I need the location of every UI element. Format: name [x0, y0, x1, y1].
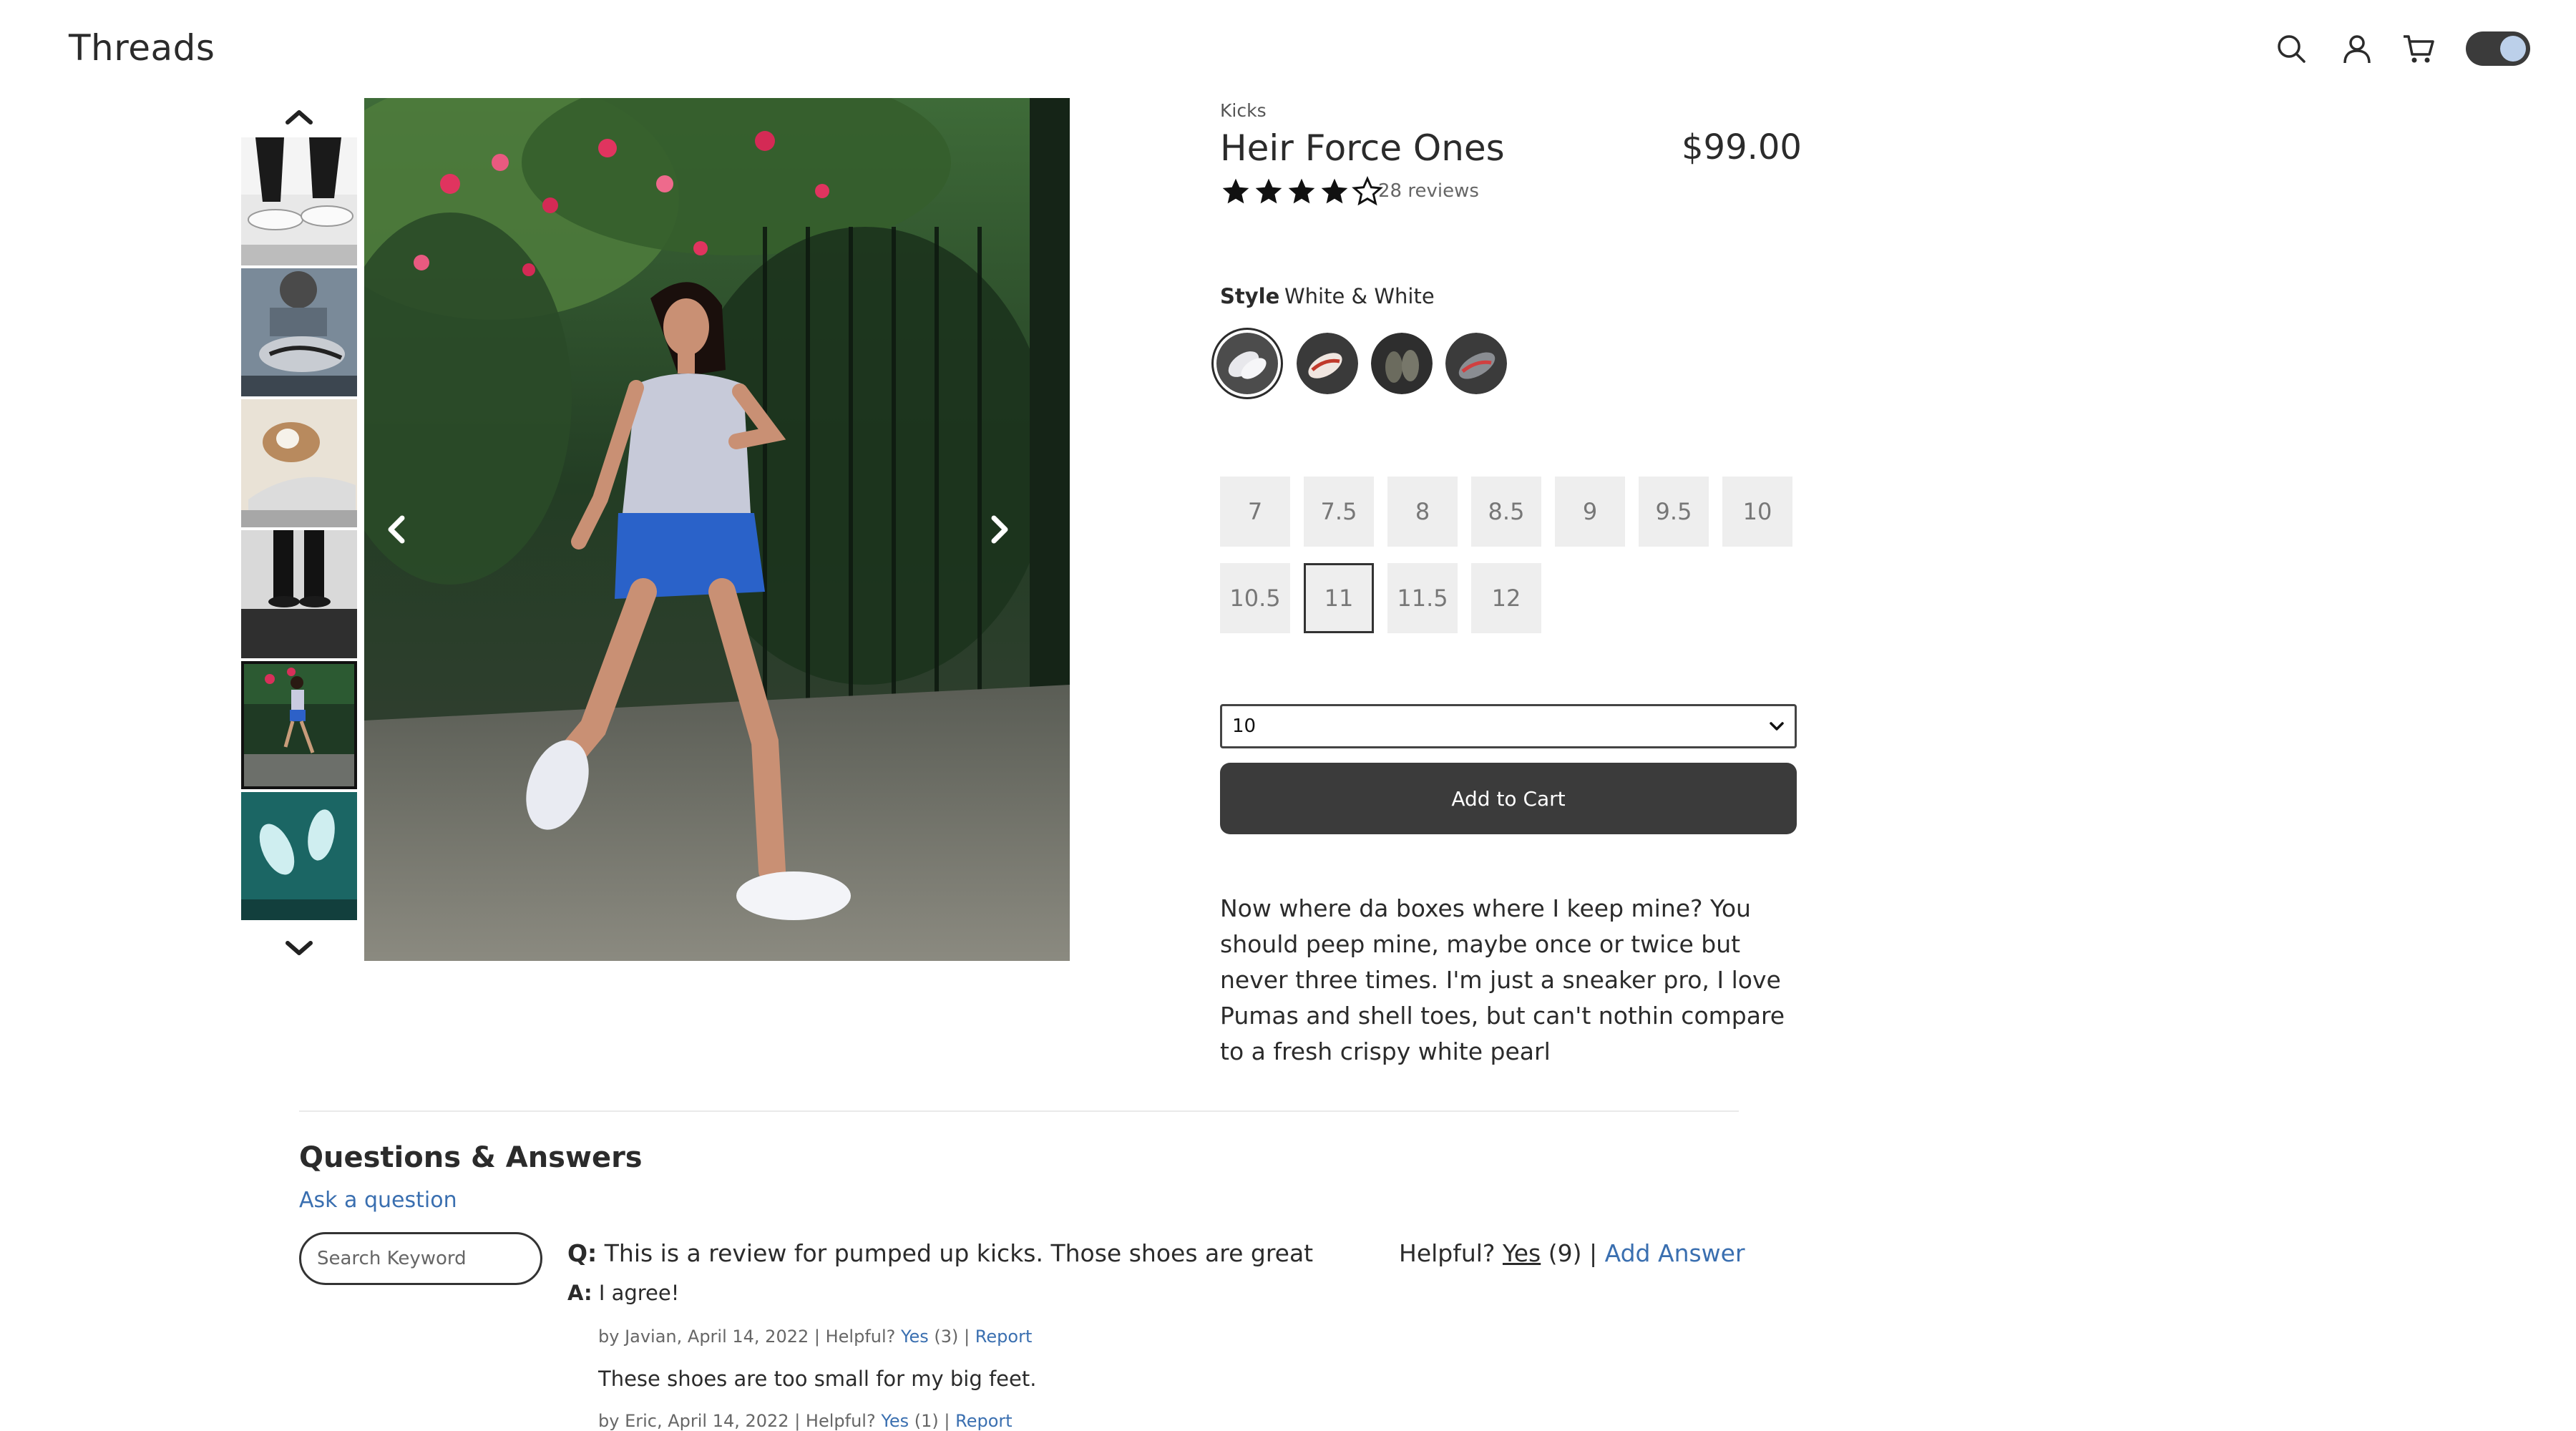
- style-value: White & White: [1284, 284, 1435, 308]
- answer-report-link[interactable]: Report: [975, 1327, 1033, 1347]
- image-next-button[interactable]: [978, 508, 1021, 551]
- style-swatch-2[interactable]: [1297, 333, 1358, 394]
- size-option-9[interactable]: 9: [1555, 477, 1625, 547]
- size-option-7[interactable]: 7: [1220, 477, 1290, 547]
- star-filled-icon: [1288, 178, 1315, 204]
- answer-separator: |: [964, 1327, 970, 1347]
- product-price: $99.00: [1682, 127, 1802, 167]
- brand-logo[interactable]: Threads: [69, 27, 215, 69]
- product-category: Kicks: [1220, 100, 1267, 121]
- add-to-cart-button[interactable]: Add to Cart: [1220, 763, 1797, 834]
- toggle-knob: [2500, 36, 2526, 62]
- product-description: Now where da boxes where I keep mine? Yo…: [1220, 894, 1785, 1065]
- chevron-down-icon: [1770, 722, 1784, 731]
- question-prefix: Q:: [567, 1239, 597, 1267]
- answer-prefix: A:: [567, 1281, 592, 1305]
- cart-icon[interactable]: [2401, 31, 2436, 66]
- answer-2-text: These shoes are too small for my big fee…: [598, 1367, 1037, 1391]
- style-swatch-3[interactable]: [1371, 333, 1433, 394]
- image-prev-button[interactable]: [375, 508, 418, 551]
- chevron-left-icon: [388, 515, 405, 544]
- helpful-separator: |: [1589, 1239, 1598, 1267]
- thumbnail-6[interactable]: [241, 792, 357, 920]
- size-option-8[interactable]: 8: [1387, 477, 1458, 547]
- qa-title: Questions & Answers: [299, 1141, 643, 1174]
- thumbnail-list: [241, 137, 357, 923]
- thumbnail-2[interactable]: [241, 268, 357, 396]
- answer-separator: |: [944, 1411, 950, 1431]
- answer-2-meta: by Eric, April 14, 2022 | Helpful? Yes (…: [598, 1411, 1036, 1431]
- helpful-yes-link[interactable]: Yes: [1503, 1239, 1541, 1267]
- size-option-8-5[interactable]: 8.5: [1471, 477, 1541, 547]
- thumbnail-5-selected[interactable]: [241, 661, 357, 789]
- answer-helpful-count: (3): [934, 1327, 959, 1347]
- main-product-image[interactable]: [364, 98, 1070, 961]
- answer-report-link[interactable]: Report: [955, 1411, 1013, 1431]
- theme-toggle[interactable]: [2466, 31, 2530, 66]
- thumbnails-up-button[interactable]: [281, 102, 317, 131]
- size-option-11-5[interactable]: 11.5: [1387, 563, 1458, 633]
- chevron-up-icon: [286, 110, 313, 124]
- search-icon[interactable]: [2274, 31, 2308, 66]
- star-filled-icon: [1222, 178, 1249, 204]
- question-helpful: Helpful? Yes (9) | Add Answer: [1399, 1239, 1745, 1267]
- answer-text: I agree!: [598, 1281, 680, 1305]
- answer-helpful-count: (1): [914, 1411, 939, 1431]
- size-option-10-5[interactable]: 10.5: [1220, 563, 1290, 633]
- qa-question: Q: This is a review for pumped up kicks.…: [567, 1239, 1313, 1267]
- answer-1: A: I agree!: [567, 1281, 1036, 1305]
- user-icon[interactable]: [2340, 31, 2374, 66]
- size-option-7-5[interactable]: 7.5: [1304, 477, 1374, 547]
- star-filled-icon: [1255, 178, 1282, 204]
- style-swatch-4[interactable]: [1445, 333, 1507, 394]
- answer-meta-text: by Javian, April 14, 2022 | Helpful?: [598, 1327, 896, 1347]
- chevron-down-icon: [286, 941, 313, 955]
- size-option-12[interactable]: 12: [1471, 563, 1541, 633]
- size-option-11-selected[interactable]: 11: [1304, 563, 1374, 633]
- answer-helpful-yes-link[interactable]: Yes: [881, 1411, 909, 1431]
- answer-helpful-yes-link[interactable]: Yes: [901, 1327, 929, 1347]
- thumbnail-3[interactable]: [241, 399, 357, 527]
- quantity-value: 10: [1232, 716, 1257, 737]
- reviews-count[interactable]: 28 reviews: [1378, 180, 1479, 202]
- qa-search-placeholder: Search Keyword: [317, 1248, 467, 1269]
- add-answer-link[interactable]: Add Answer: [1605, 1239, 1745, 1267]
- style-label: Style: [1220, 284, 1280, 308]
- style-swatch-white-white[interactable]: [1216, 333, 1278, 394]
- product-title: Heir Force Ones: [1220, 127, 1505, 169]
- helpful-label: Helpful?: [1399, 1239, 1496, 1267]
- thumbnail-4[interactable]: [241, 530, 357, 658]
- quantity-select[interactable]: 10: [1220, 704, 1797, 748]
- question-text: This is a review for pumped up kicks. Th…: [604, 1239, 1314, 1267]
- thumbnails-down-button[interactable]: [281, 934, 317, 963]
- thumbnail-1[interactable]: [241, 137, 357, 265]
- size-option-10[interactable]: 10: [1722, 477, 1792, 547]
- qa-answers: A: I agree! by Javian, April 14, 2022 | …: [567, 1281, 1036, 1431]
- answer-meta-text: by Eric, April 14, 2022 | Helpful?: [598, 1411, 876, 1431]
- star-filled-icon: [1321, 178, 1348, 204]
- chevron-right-icon: [991, 515, 1008, 544]
- answer-meta: by Javian, April 14, 2022 | Helpful? Yes…: [598, 1327, 1036, 1347]
- helpful-count: (9): [1548, 1239, 1582, 1267]
- qa-search-input[interactable]: Search Keyword: [299, 1232, 542, 1285]
- star-rating: [1220, 176, 1383, 207]
- section-divider: [299, 1110, 1739, 1112]
- ask-question-link[interactable]: Ask a question: [299, 1188, 457, 1213]
- size-option-9-5[interactable]: 9.5: [1639, 477, 1709, 547]
